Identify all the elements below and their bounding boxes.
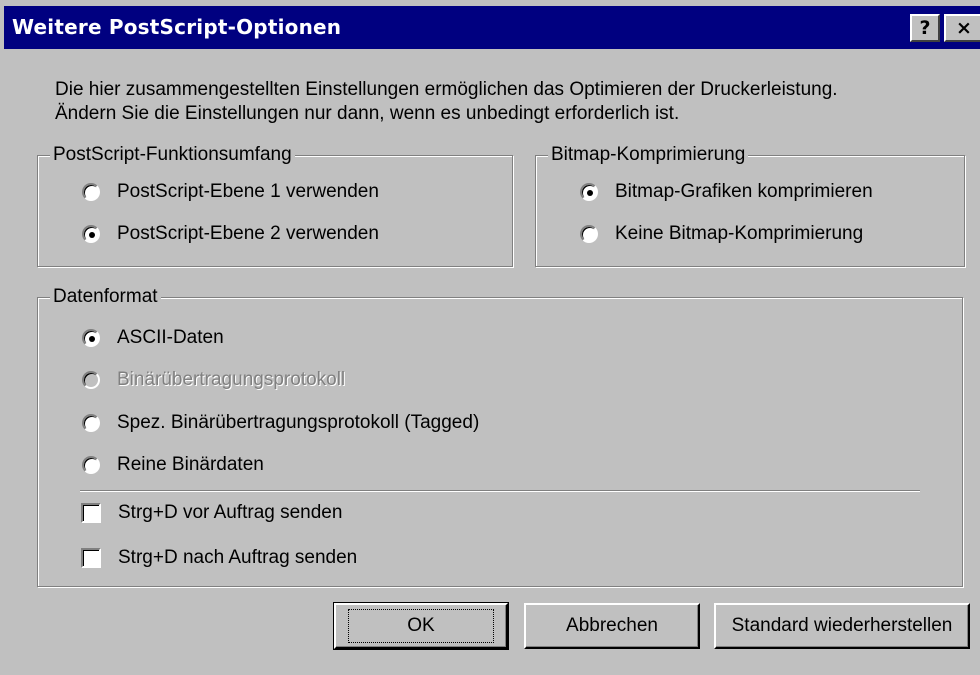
radio-button-icon[interactable] (82, 183, 100, 201)
checkbox-label: Strg+D vor Auftrag senden (118, 502, 343, 523)
radio-tagged-binary-protocol[interactable]: Spez. Binärübertragungsprotokoll (Tagged… (82, 412, 479, 434)
data-format-group-legend: Datenformat (50, 285, 161, 309)
radio-label: Spez. Binärübertragungsprotokoll (Tagged… (117, 412, 480, 433)
radio-button-checked-icon[interactable] (82, 225, 100, 243)
checkbox-icon[interactable] (81, 548, 101, 568)
title-bar[interactable]: Weitere PostScript-Optionen ? × (4, 6, 980, 49)
radio-pure-binary[interactable]: Reine Binärdaten (82, 454, 264, 476)
checkbox-ctrl-d-before-job[interactable]: Strg+D vor Auftrag senden (81, 502, 342, 524)
radio-bitmap-compress[interactable]: Bitmap-Grafiken komprimieren (580, 181, 873, 203)
radio-binary-protocol: Binärübertragungsprotokoll (82, 369, 345, 391)
ok-button[interactable]: OK (333, 602, 509, 650)
restore-defaults-button-label: Standard wiederherstellen (731, 615, 953, 636)
radio-postscript-level-1[interactable]: PostScript-Ebene 1 verwenden (82, 181, 379, 203)
postscript-group-legend: PostScript-Funktionsumfang (50, 143, 295, 167)
close-icon: × (956, 17, 972, 39)
radio-button-icon[interactable] (82, 456, 100, 474)
separator-line (80, 490, 920, 492)
radio-no-bitmap-compression[interactable]: Keine Bitmap-Komprimierung (580, 223, 863, 245)
radio-button-checked-icon[interactable] (82, 329, 100, 347)
radio-label: Binärübertragungsprotokoll (117, 369, 346, 390)
intro-line-2: Ändern Sie die Einstellungen nur dann, w… (55, 103, 680, 124)
checkbox-icon[interactable] (81, 503, 101, 523)
cancel-button-label: Abbrechen (566, 615, 658, 636)
radio-button-icon[interactable] (580, 225, 598, 243)
dialog-window: Weitere PostScript-Optionen ? × Die hier… (0, 0, 980, 675)
restore-defaults-button[interactable]: Standard wiederherstellen (714, 603, 970, 649)
postscript-level-group: PostScript-Funktionsumfang PostScript-Eb… (37, 143, 513, 267)
intro-text: Die hier zusammengestellten Einstellunge… (55, 78, 838, 126)
intro-line-1: Die hier zusammengestellten Einstellunge… (55, 79, 838, 100)
bitmap-group-legend: Bitmap-Komprimierung (548, 143, 749, 167)
radio-label: Keine Bitmap-Komprimierung (615, 223, 864, 244)
radio-button-disabled-icon (82, 371, 100, 389)
question-mark-icon: ? (919, 17, 931, 39)
radio-postscript-level-2[interactable]: PostScript-Ebene 2 verwenden (82, 223, 379, 245)
radio-label: Bitmap-Grafiken komprimieren (615, 181, 873, 202)
bitmap-compression-group: Bitmap-Komprimierung Bitmap-Grafiken kom… (535, 143, 965, 267)
radio-ascii-data[interactable]: ASCII-Daten (82, 327, 224, 349)
ok-button-label: OK (348, 609, 494, 643)
radio-label: PostScript-Ebene 1 verwenden (117, 181, 379, 202)
checkbox-ctrl-d-after-job[interactable]: Strg+D nach Auftrag senden (81, 547, 357, 569)
radio-button-checked-icon[interactable] (580, 183, 598, 201)
radio-label: PostScript-Ebene 2 verwenden (117, 223, 379, 244)
window-title: Weitere PostScript-Optionen (12, 15, 342, 39)
radio-label: Reine Binärdaten (117, 454, 264, 475)
radio-button-icon[interactable] (82, 414, 100, 432)
close-button[interactable]: × (944, 14, 980, 42)
data-format-group: Datenformat ASCII-Daten Binärübertragung… (37, 285, 963, 587)
cancel-button[interactable]: Abbrechen (524, 603, 700, 649)
checkbox-label: Strg+D nach Auftrag senden (118, 547, 358, 568)
help-button[interactable]: ? (910, 14, 940, 42)
radio-label: ASCII-Daten (117, 327, 224, 348)
